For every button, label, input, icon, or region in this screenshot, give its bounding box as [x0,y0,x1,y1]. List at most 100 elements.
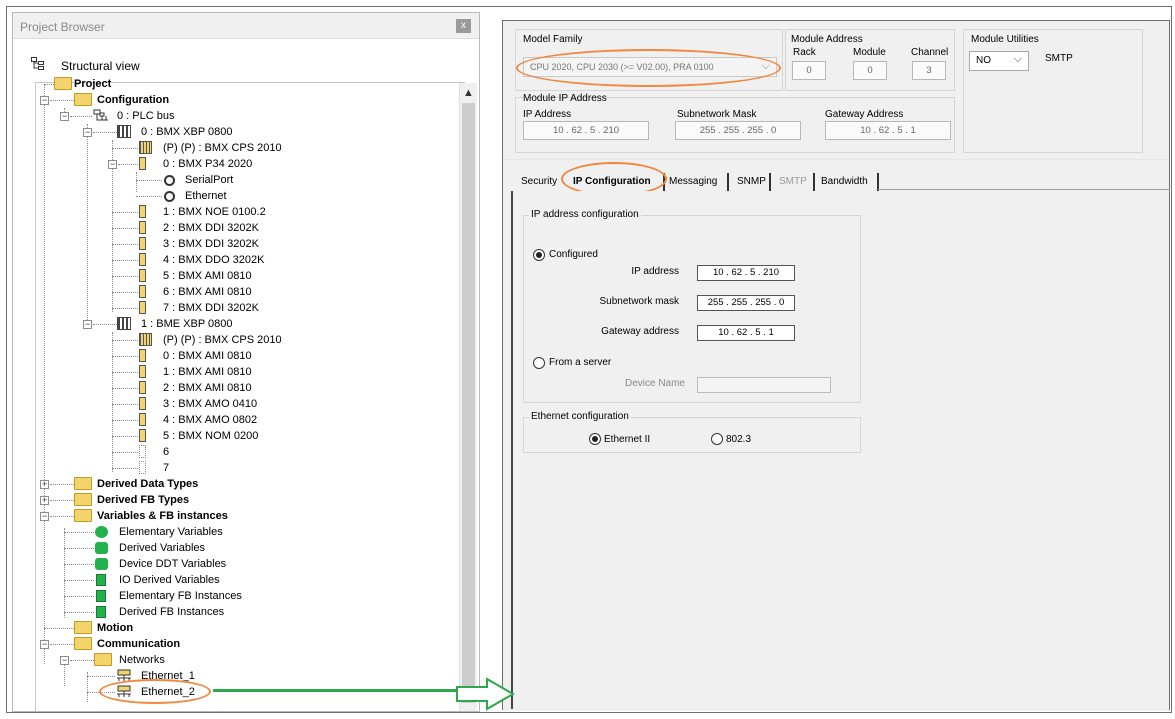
collapse-toggle-icon[interactable]: − [83,128,92,137]
tab-snmp[interactable]: SNMP [737,173,771,192]
tree-item-module[interactable]: (P) (P) : BMX CPS 2010 [13,332,453,348]
tab-bandwidth[interactable]: Bandwidth [821,173,879,192]
tree-item-rack-0[interactable]: − 0 : BMX XBP 0800 [13,124,453,140]
close-icon[interactable]: x [456,19,471,33]
ieee-802-3-radio[interactable] [711,433,723,445]
collapse-toggle-icon[interactable]: − [108,160,117,169]
tree-item-port[interactable]: SerialPort [13,172,453,188]
tree-item-network-ethernet-2[interactable]: Ethernet_2 [13,684,453,700]
from-a-server-radio[interactable] [533,357,545,369]
tree-item-variable[interactable]: IO Derived Variables [13,572,453,588]
tree-item-rack-1[interactable]: − 1 : BME XBP 0800 [13,316,453,332]
tree-item-networks[interactable]: − Networks [13,652,453,668]
module-icon [139,285,146,298]
module-icon [139,237,146,250]
tree-label: 6 [163,446,170,458]
tab-security[interactable]: Security [521,173,561,192]
folder-open-icon [74,637,92,650]
tree-item-variable[interactable]: Derived Variables [13,540,453,556]
scrollbar-thumb[interactable] [462,103,475,703]
tree-scrollbar[interactable]: ▲ [459,83,477,711]
tree-item-module[interactable]: 5 : BMX AMI 0810 [13,268,453,284]
tree-item-project[interactable]: Project [13,76,453,92]
tree-label: 0 : BMX P34 2020 [163,158,253,170]
tree-item-module[interactable]: 4 : BMX DDO 3202K [13,252,453,268]
derived-variables-icon [95,542,108,554]
configured-radio[interactable] [533,249,545,261]
project-browser: Project Browser x Structural view Projec… [12,12,480,712]
tree-item-configuration[interactable]: − Configuration [13,92,453,108]
tree-item-module[interactable]: 1 : BMX AMI 0810 [13,364,453,380]
tree-item-module[interactable]: 2 : BMX AMI 0810 [13,380,453,396]
subnetwork-mask-field[interactable]: 255 . 255 . 255 . 0 [697,295,795,311]
tree-item-variable[interactable]: Elementary FB Instances [13,588,453,604]
elementary-variables-icon [95,526,108,538]
module-ip-field: 10 . 62 . 5 . 210 [523,121,649,140]
tree-item-module[interactable]: 6 : BMX AMI 0810 [13,284,453,300]
tree-item-port[interactable]: Ethernet [13,188,453,204]
collapse-toggle-icon[interactable]: − [60,112,69,121]
tree-label: 7 [163,462,170,474]
tab-messaging[interactable]: Messaging [669,173,729,192]
tree-label: Variables & FB instances [97,510,228,522]
tree-item-module[interactable]: 4 : BMX AMO 0802 [13,412,453,428]
tree-item-module[interactable]: 1 : BMX NOE 0100.2 [13,204,453,220]
channel-field: 3 [912,61,946,80]
subnetwork-mask-label: Subnetwork mask [599,296,679,307]
tree-item-empty-slot[interactable]: 7 [13,460,453,476]
ip-address-label: IP Address [523,109,572,120]
collapse-toggle-icon[interactable]: − [40,512,49,521]
tree-item-motion[interactable]: Motion [13,620,453,636]
channel-label: Channel [911,47,949,58]
tree-item-network[interactable]: Ethernet_1 [13,668,453,684]
ethernet-ii-label: Ethernet II [604,434,651,445]
tree-item-variable[interactable]: Elementary Variables [13,524,453,540]
ip-address-field[interactable]: 10 . 62 . 5 . 210 [697,265,795,281]
collapse-toggle-icon[interactable]: − [83,320,92,329]
expand-toggle-icon[interactable]: + [40,496,49,505]
tree-item-module[interactable]: 5 : BMX NOM 0200 [13,428,453,444]
configured-label: Configured [549,249,598,260]
tree-label: Derived FB Types [97,494,190,506]
tree-item-empty-slot[interactable]: 6 [13,444,453,460]
tree-label: IO Derived Variables [119,574,220,586]
module-field: 0 [853,61,887,80]
gateway-address-field[interactable]: 10 . 62 . 5 . 1 [697,325,795,341]
tree-item-variable[interactable]: Derived FB Instances [13,604,453,620]
tree-label: SerialPort [185,174,234,186]
expand-toggle-icon[interactable]: + [40,480,49,489]
module-icon [139,269,146,282]
tree-item-module[interactable]: 3 : BMX AMO 0410 [13,396,453,412]
module-icon [139,253,146,266]
highlight-ellipse [99,679,211,704]
module-icon [139,221,146,234]
tree-item-module[interactable]: 3 : BMX DDI 3202K [13,236,453,252]
tree-item-module[interactable]: (P) (P) : BMX CPS 2010 [13,140,453,156]
module-icon [139,157,146,170]
module-gateway-field: 10 . 62 . 5 . 1 [825,121,951,140]
tree-item-variable[interactable]: Device DDT Variables [13,556,453,572]
collapse-toggle-icon[interactable]: − [40,640,49,649]
tree-label: 2 : BMX AMI 0810 [163,382,252,394]
tree-item-communication[interactable]: − Communication [13,636,453,652]
tree-item-module[interactable]: 0 : BMX AMI 0810 [13,348,453,364]
tree-item-variables[interactable]: − Variables & FB instances [13,508,453,524]
tree-label: Derived FB Instances [119,606,225,618]
tab-separator-line [878,189,1170,190]
module-utilities-combo[interactable]: NO ⌵ [969,51,1029,71]
tree-item-module[interactable]: 7 : BMX DDI 3202K [13,300,453,316]
tree-item-module[interactable]: − 0 : BMX P34 2020 [13,156,453,172]
module-label: Module [853,47,886,58]
module-utilities-label: Module Utilities [971,34,1039,45]
project-browser-title: Project Browser [20,20,105,34]
scroll-up-icon[interactable]: ▲ [463,87,474,99]
tree-item-module[interactable]: 2 : BMX DDI 3202K [13,220,453,236]
tree-item-derived-data-types[interactable]: + Derived Data Types [13,476,453,492]
ethernet-ii-radio[interactable] [589,433,601,445]
collapse-toggle-icon[interactable]: − [60,656,69,665]
tree-item-plc-bus[interactable]: − 0 : PLC bus [13,108,453,124]
tree-item-derived-fb-types[interactable]: + Derived FB Types [13,492,453,508]
port-icon [164,191,175,202]
rack-icon [117,125,131,138]
collapse-toggle-icon[interactable]: − [40,96,49,105]
